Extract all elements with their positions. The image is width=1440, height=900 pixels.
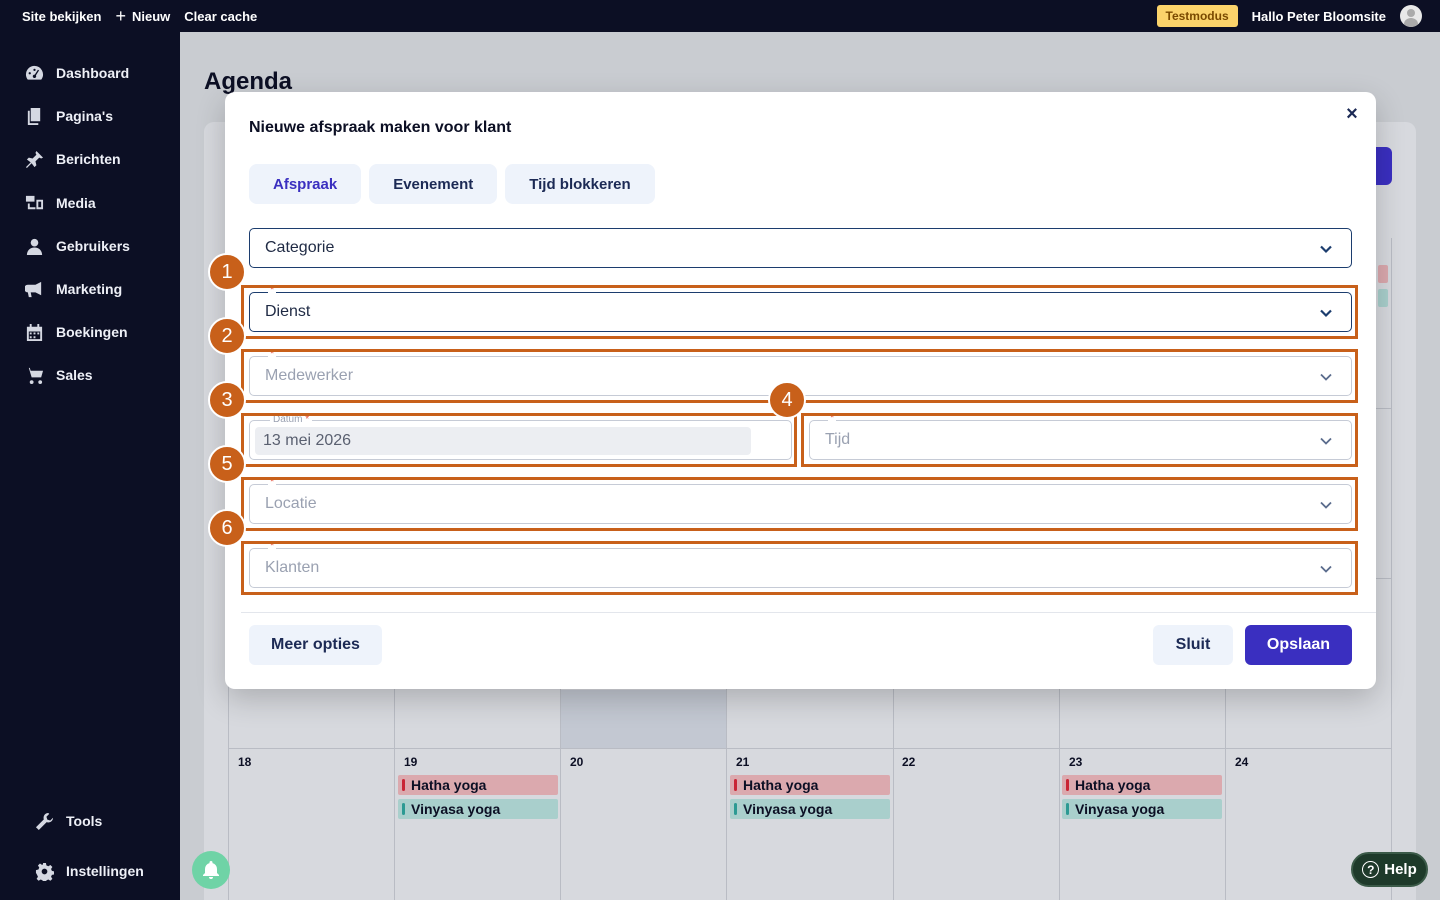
- dialog-tabs: Afspraak Evenement Tijd blokkeren: [249, 164, 655, 204]
- calendar-event[interactable]: Vinyasa yoga: [398, 799, 558, 819]
- day-number[interactable]: 19: [404, 755, 417, 769]
- annotation-box: [801, 413, 1358, 467]
- user-greeting[interactable]: Hallo Peter Bloomsite: [1252, 9, 1386, 24]
- calendar-event[interactable]: Hatha yoga: [730, 775, 890, 795]
- annotation-box: [241, 541, 1358, 595]
- sidebar-item-label: Dashboard: [56, 65, 130, 81]
- day-number[interactable]: 22: [902, 755, 915, 769]
- new-label: Nieuw: [132, 8, 171, 24]
- sidebar-item-sales[interactable]: Sales: [24, 365, 93, 385]
- calendar-event[interactable]: Hatha yoga: [1062, 775, 1222, 795]
- close-icon[interactable]: ×: [1342, 103, 1362, 125]
- day-number[interactable]: 24: [1235, 755, 1248, 769]
- tab-event[interactable]: Evenement: [369, 164, 498, 204]
- avatar[interactable]: [1400, 5, 1422, 27]
- calendar-event[interactable]: Hatha yoga: [398, 775, 558, 795]
- category-value: Categorie: [265, 239, 335, 256]
- question-icon: ?: [1362, 861, 1380, 878]
- sidebar-item-label: Gebruikers: [56, 238, 130, 254]
- help-label: Help: [1384, 861, 1417, 878]
- plus-icon: +: [115, 6, 126, 26]
- bell-icon: [203, 861, 219, 879]
- annotation-marker: 1: [208, 253, 246, 291]
- annotation-marker: 2: [208, 317, 246, 355]
- annotation-box: [241, 413, 797, 467]
- wrench-icon: [34, 811, 54, 831]
- more-options-button[interactable]: Meer opties: [249, 625, 382, 665]
- user-icon: [24, 236, 44, 256]
- pages-icon: [24, 106, 44, 126]
- admin-bar: Site bekijken + Nieuw Clear cache Testmo…: [0, 0, 1440, 32]
- dialog-title: Nieuwe afspraak maken voor klant: [249, 119, 512, 136]
- annotation-marker: 5: [208, 445, 246, 483]
- calendar-cell-highlight: [561, 690, 726, 748]
- annotation-box: [241, 285, 1358, 339]
- save-button[interactable]: Opslaan: [1245, 625, 1352, 665]
- sidebar-item-bookings[interactable]: Boekingen: [24, 322, 128, 342]
- sidebar-item-label: Berichten: [56, 151, 121, 167]
- calendar-icon: [24, 322, 44, 342]
- sidebar-item-label: Media: [56, 195, 96, 211]
- day-number[interactable]: 18: [238, 755, 251, 769]
- sidebar-item-dashboard[interactable]: Dashboard: [24, 63, 129, 83]
- sidebar-item-label: Boekingen: [56, 324, 128, 340]
- sidebar-item-users[interactable]: Gebruikers: [24, 236, 130, 256]
- calendar-event[interactable]: [1378, 265, 1388, 283]
- tab-block-time[interactable]: Tijd blokkeren: [505, 164, 655, 204]
- annotation-marker: 6: [208, 509, 246, 547]
- sidebar-item-label: Pagina's: [56, 108, 114, 124]
- calendar-event[interactable]: Vinyasa yoga: [730, 799, 890, 819]
- calendar-divider: [1391, 238, 1392, 900]
- sidebar-item-label: Tools: [66, 813, 103, 829]
- day-number[interactable]: 23: [1069, 755, 1082, 769]
- sidebar: Dashboard Pagina's Berichten Media Gebru…: [0, 32, 180, 900]
- sidebar-item-settings[interactable]: Instellingen: [34, 861, 144, 881]
- calendar-event[interactable]: Vinyasa yoga: [1062, 799, 1222, 819]
- media-icon: [24, 193, 44, 213]
- new-menu[interactable]: + Nieuw: [115, 7, 170, 25]
- sidebar-item-marketing[interactable]: Marketing: [24, 279, 122, 299]
- sidebar-item-tools[interactable]: Tools: [34, 811, 102, 831]
- sidebar-item-label: Sales: [56, 367, 93, 383]
- day-number[interactable]: 21: [736, 755, 749, 769]
- dialog-footer-divider: [241, 612, 1376, 613]
- dashboard-icon: [24, 63, 44, 83]
- annotation-marker: 4: [768, 381, 806, 419]
- annotation-box: [241, 477, 1358, 531]
- sidebar-item-posts[interactable]: Berichten: [24, 149, 121, 169]
- sidebar-item-label: Marketing: [56, 281, 123, 297]
- megaphone-icon: [24, 279, 44, 299]
- gear-icon: [34, 861, 54, 881]
- notification-bell-button[interactable]: [192, 851, 230, 889]
- chevron-down-icon: [1319, 242, 1333, 256]
- pin-icon: [24, 149, 44, 169]
- clear-cache-link[interactable]: Clear cache: [184, 9, 257, 24]
- help-button[interactable]: ? Help: [1351, 852, 1428, 887]
- sidebar-item-media[interactable]: Media: [24, 193, 96, 213]
- category-select[interactable]: Categorie: [249, 228, 1352, 268]
- calendar-divider: [228, 748, 1392, 749]
- sidebar-item-pages[interactable]: Pagina's: [24, 106, 113, 126]
- day-number[interactable]: 20: [570, 755, 583, 769]
- tab-appointment[interactable]: Afspraak: [249, 164, 362, 204]
- cart-icon: [24, 365, 44, 385]
- view-site-link[interactable]: Site bekijken: [22, 9, 101, 24]
- annotation-marker: 3: [208, 381, 246, 419]
- close-button[interactable]: Sluit: [1153, 625, 1233, 665]
- sidebar-item-label: Instellingen: [66, 863, 144, 879]
- test-mode-badge[interactable]: Testmodus: [1156, 5, 1238, 27]
- calendar-event[interactable]: [1378, 289, 1388, 307]
